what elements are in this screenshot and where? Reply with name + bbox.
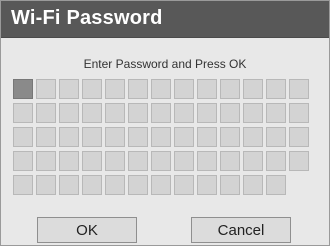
- grid-cell[interactable]: [36, 103, 56, 123]
- grid-cell[interactable]: [105, 127, 125, 147]
- grid-cell[interactable]: [197, 175, 217, 195]
- grid-cell[interactable]: [59, 175, 79, 195]
- grid-cell[interactable]: [197, 103, 217, 123]
- grid-cell[interactable]: [266, 79, 286, 99]
- grid-cell[interactable]: [36, 79, 56, 99]
- grid-cell[interactable]: [220, 151, 240, 171]
- grid-cell[interactable]: [82, 127, 102, 147]
- grid-cell[interactable]: [220, 175, 240, 195]
- grid-cell[interactable]: [266, 175, 286, 195]
- grid-cell[interactable]: [128, 127, 148, 147]
- grid-cell[interactable]: [243, 175, 263, 195]
- grid-cell[interactable]: [220, 103, 240, 123]
- grid-cell[interactable]: [151, 127, 171, 147]
- ok-button[interactable]: OK: [37, 217, 137, 243]
- grid-cell[interactable]: [174, 127, 194, 147]
- grid-cell[interactable]: [197, 151, 217, 171]
- grid-cell[interactable]: [13, 151, 33, 171]
- grid-cell[interactable]: [128, 151, 148, 171]
- grid-cell[interactable]: [151, 151, 171, 171]
- grid-cell[interactable]: [13, 103, 33, 123]
- grid-cell[interactable]: [82, 175, 102, 195]
- grid-cell[interactable]: [220, 79, 240, 99]
- dialog-titlebar: Wi-Fi Password: [1, 1, 329, 38]
- grid-cell[interactable]: [128, 175, 148, 195]
- grid-cell[interactable]: [266, 151, 286, 171]
- grid-cell[interactable]: [289, 151, 309, 171]
- cancel-button[interactable]: Cancel: [191, 217, 291, 243]
- grid-cell[interactable]: [105, 79, 125, 99]
- grid-cell[interactable]: [289, 103, 309, 123]
- grid-cell[interactable]: [243, 151, 263, 171]
- grid-cell[interactable]: [197, 127, 217, 147]
- grid-cell[interactable]: [174, 79, 194, 99]
- grid-cell[interactable]: [151, 103, 171, 123]
- grid-cell[interactable]: [105, 151, 125, 171]
- grid-cell[interactable]: [174, 103, 194, 123]
- grid-cell[interactable]: [82, 103, 102, 123]
- grid-cell[interactable]: [128, 103, 148, 123]
- grid-cell[interactable]: [151, 79, 171, 99]
- grid-cell[interactable]: [13, 175, 33, 195]
- grid-cell[interactable]: [243, 103, 263, 123]
- wifi-password-dialog: Wi-Fi Password Enter Password and Press …: [0, 0, 330, 246]
- grid-cell[interactable]: [36, 175, 56, 195]
- grid-cell[interactable]: [174, 175, 194, 195]
- grid-cell[interactable]: [36, 127, 56, 147]
- grid-cell[interactable]: [105, 175, 125, 195]
- grid-cell[interactable]: [266, 127, 286, 147]
- grid-cell[interactable]: [13, 127, 33, 147]
- grid-cell[interactable]: [59, 103, 79, 123]
- grid-cell[interactable]: [289, 79, 309, 99]
- grid-cell[interactable]: [174, 151, 194, 171]
- dialog-title: Wi-Fi Password: [11, 7, 163, 29]
- grid-cell[interactable]: [243, 79, 263, 99]
- grid-cell[interactable]: [59, 79, 79, 99]
- grid-cell[interactable]: [82, 79, 102, 99]
- grid-cell[interactable]: [82, 151, 102, 171]
- grid-cell[interactable]: [36, 151, 56, 171]
- grid-cell[interactable]: [59, 151, 79, 171]
- grid-cell[interactable]: [243, 127, 263, 147]
- dialog-prompt: Enter Password and Press OK: [83, 57, 247, 71]
- grid-cell[interactable]: [197, 79, 217, 99]
- grid-cell[interactable]: [151, 175, 171, 195]
- grid-cell[interactable]: [105, 103, 125, 123]
- grid-cell[interactable]: [220, 127, 240, 147]
- grid-cell[interactable]: [128, 79, 148, 99]
- grid-cell[interactable]: [289, 127, 309, 147]
- grid-cell-selected[interactable]: [13, 79, 33, 99]
- grid-cell[interactable]: [59, 127, 79, 147]
- grid-cell[interactable]: [266, 103, 286, 123]
- password-character-grid: [13, 79, 309, 195]
